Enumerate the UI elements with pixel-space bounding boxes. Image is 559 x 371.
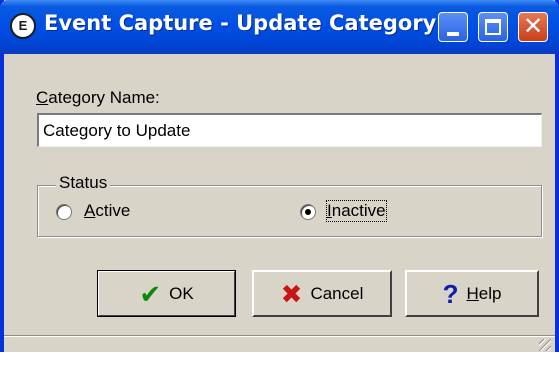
category-name-accelerator: C: [36, 88, 49, 107]
window-bottom-area: [0, 352, 559, 371]
help-button-label: Help: [466, 283, 502, 303]
help-button[interactable]: ? Help: [405, 270, 539, 317]
ok-button-label: OK: [169, 283, 194, 303]
status-legend: Status: [56, 173, 111, 193]
cancel-button-label: Cancel: [310, 283, 364, 303]
status-bar: [4, 335, 555, 353]
category-name-label: Category Name:: [36, 88, 160, 108]
cancel-button[interactable]: ✖ Cancel: [252, 270, 392, 317]
category-name-label-text: ategory Name:: [48, 88, 160, 107]
active-radio[interactable]: [56, 204, 72, 220]
active-radio-label[interactable]: Active: [84, 201, 130, 221]
ok-button[interactable]: ✔ OK: [97, 270, 236, 317]
checkmark-icon: ✔: [139, 278, 162, 309]
maximize-button[interactable]: [478, 12, 508, 42]
app-logo-icon: E: [10, 13, 36, 39]
title-bar[interactable]: E Event Capture - Update Category ✕: [0, 0, 559, 54]
minimize-button[interactable]: [438, 12, 468, 42]
radio-selected-dot: [305, 209, 311, 215]
question-mark-icon: ?: [442, 278, 459, 309]
close-button[interactable]: ✕: [518, 12, 548, 42]
maximize-icon: [485, 19, 501, 35]
cross-icon: ✖: [280, 278, 303, 309]
category-name-input[interactable]: [37, 113, 542, 147]
inactive-radio-label[interactable]: Inactive: [326, 200, 387, 222]
active-accelerator: A: [84, 201, 96, 220]
window-title: Event Capture - Update Category: [44, 11, 437, 35]
inactive-radio[interactable]: [300, 204, 316, 220]
close-icon: ✕: [522, 13, 544, 40]
minimize-icon: [447, 32, 459, 36]
resize-grip-icon[interactable]: [539, 339, 551, 351]
